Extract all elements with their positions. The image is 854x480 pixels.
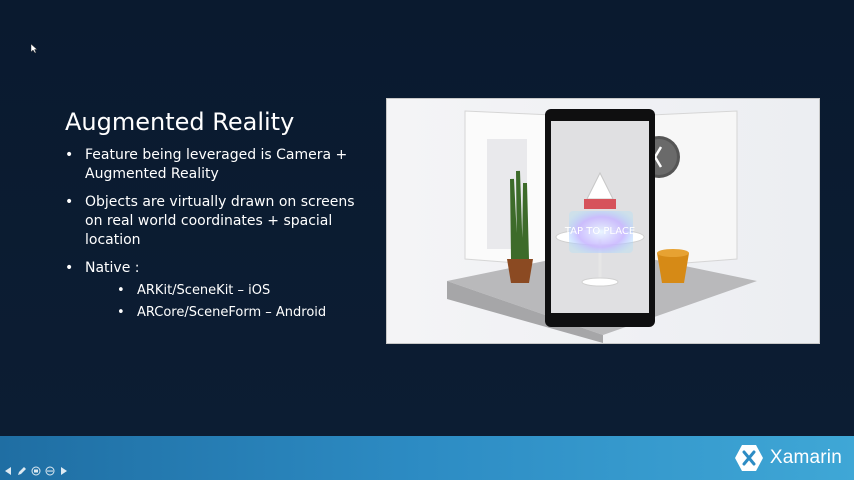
brand-name: Xamarin xyxy=(769,447,842,468)
xamarin-hexagon-icon xyxy=(734,445,763,471)
ar-overlay-text: TAP TO PLACE xyxy=(564,226,635,237)
next-icon[interactable] xyxy=(58,465,70,477)
sub-bullet-item: ARCore/SceneForm – Android xyxy=(117,303,365,322)
slides-icon[interactable] xyxy=(30,465,42,477)
options-icon[interactable] xyxy=(44,465,56,477)
bullet-item: Native : ARKit/SceneKit – iOS ARCore/Sce… xyxy=(65,259,365,322)
ar-demo-image: TAP TO PLACE xyxy=(386,98,820,344)
footer-bar xyxy=(0,436,854,480)
bullet-item: Objects are virtually drawn on screens o… xyxy=(65,193,365,250)
bullet-list: Feature being leveraged is Camera + Augm… xyxy=(65,146,365,331)
slide-title: Augmented Reality xyxy=(65,108,295,136)
slideshow-navigation xyxy=(2,464,70,478)
slide: Augmented Reality Feature being leverage… xyxy=(0,0,854,436)
pen-icon[interactable] xyxy=(16,465,28,477)
bullet-item: Feature being leveraged is Camera + Augm… xyxy=(65,146,365,184)
previous-icon[interactable] xyxy=(2,465,14,477)
sub-bullet-item: ARKit/SceneKit – iOS xyxy=(117,281,365,300)
sub-bullet-list: ARKit/SceneKit – iOS ARCore/SceneForm – … xyxy=(85,281,365,322)
mouse-cursor-icon xyxy=(31,44,38,54)
xamarin-logo: Xamarin xyxy=(734,443,842,473)
